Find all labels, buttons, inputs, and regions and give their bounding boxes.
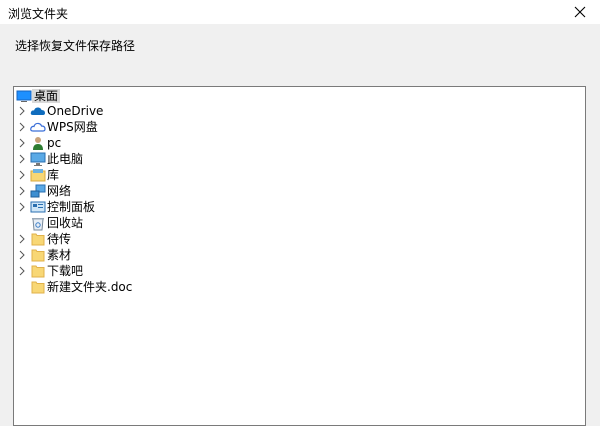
control-panel-icon [30,201,46,213]
chevron-right-icon[interactable] [17,250,27,260]
tree-item-label: 库 [47,168,60,182]
tree-item-label: 待传 [47,232,72,246]
title-bar: 浏览文件夹 [0,0,600,24]
tree-item-label: 控制面板 [47,200,96,214]
tree-item-folder-xiazaiba[interactable]: 下载吧 [14,263,585,279]
folder-icon [31,265,45,278]
tree-item-label: 下载吧 [47,264,84,278]
tree-item-folder-daichuan[interactable]: 待传 [14,231,585,247]
close-button[interactable] [560,0,600,24]
wps-cloud-icon [30,122,46,132]
tree-item-label: OneDrive [47,104,104,118]
tree-item-network[interactable]: 网络 [14,183,585,199]
tree-item-desktop[interactable]: 桌面 [14,88,585,104]
tree-item-onedrive[interactable]: OneDrive [14,103,585,119]
chevron-right-icon[interactable] [17,266,27,276]
tree-item-label: 素材 [47,248,72,262]
computer-icon [30,152,46,166]
folder-icon [31,249,45,262]
dialog-title: 浏览文件夹 [8,7,69,21]
chevron-right-icon[interactable] [17,170,27,180]
tree-item-this-pc[interactable]: 此电脑 [14,151,585,167]
library-icon [30,169,46,182]
chevron-right-icon[interactable] [17,186,27,196]
tree-item-folder-new-doc[interactable]: 新建文件夹.doc [14,279,585,295]
tree-item-label: 网络 [47,184,72,198]
tree-item-label: 桌面 [32,89,61,103]
tree-item-recycle-bin[interactable]: 回收站 [14,215,585,231]
close-icon [574,6,586,18]
user-icon [33,137,43,150]
folder-icon [31,281,45,294]
folder-tree[interactable]: 桌面 OneDrive WPS网盘 pc 此电脑 库 网络 控制面板 回收站 待… [13,86,586,426]
folder-icon [31,233,45,246]
chevron-right-icon[interactable] [17,234,27,244]
tree-item-label: pc [47,136,62,150]
browse-folder-dialog: 浏览文件夹 选择恢复文件保存路径 桌面 OneDrive WPS网盘 pc 此电… [0,0,600,426]
network-icon [30,184,46,198]
chevron-right-icon[interactable] [17,154,27,164]
instruction-text: 选择恢复文件保存路径 [15,39,136,53]
tree-item-label: WPS网盘 [47,120,98,134]
chevron-right-icon[interactable] [17,202,27,212]
chevron-right-icon[interactable] [17,138,27,148]
tree-item-label: 回收站 [47,216,84,230]
chevron-right-icon[interactable] [17,122,27,132]
recycle-bin-icon [32,218,44,231]
onedrive-cloud-icon [30,107,45,115]
tree-item-pc-user[interactable]: pc [14,135,585,151]
chevron-right-icon[interactable] [17,106,27,116]
tree-item-wps-cloud[interactable]: WPS网盘 [14,119,585,135]
tree-item-control-panel[interactable]: 控制面板 [14,199,585,215]
tree-item-label: 新建文件夹.doc [47,280,133,294]
tree-item-label: 此电脑 [47,152,84,166]
desktop-icon [16,90,32,102]
tree-item-library[interactable]: 库 [14,167,585,183]
tree-item-folder-sucai[interactable]: 素材 [14,247,585,263]
